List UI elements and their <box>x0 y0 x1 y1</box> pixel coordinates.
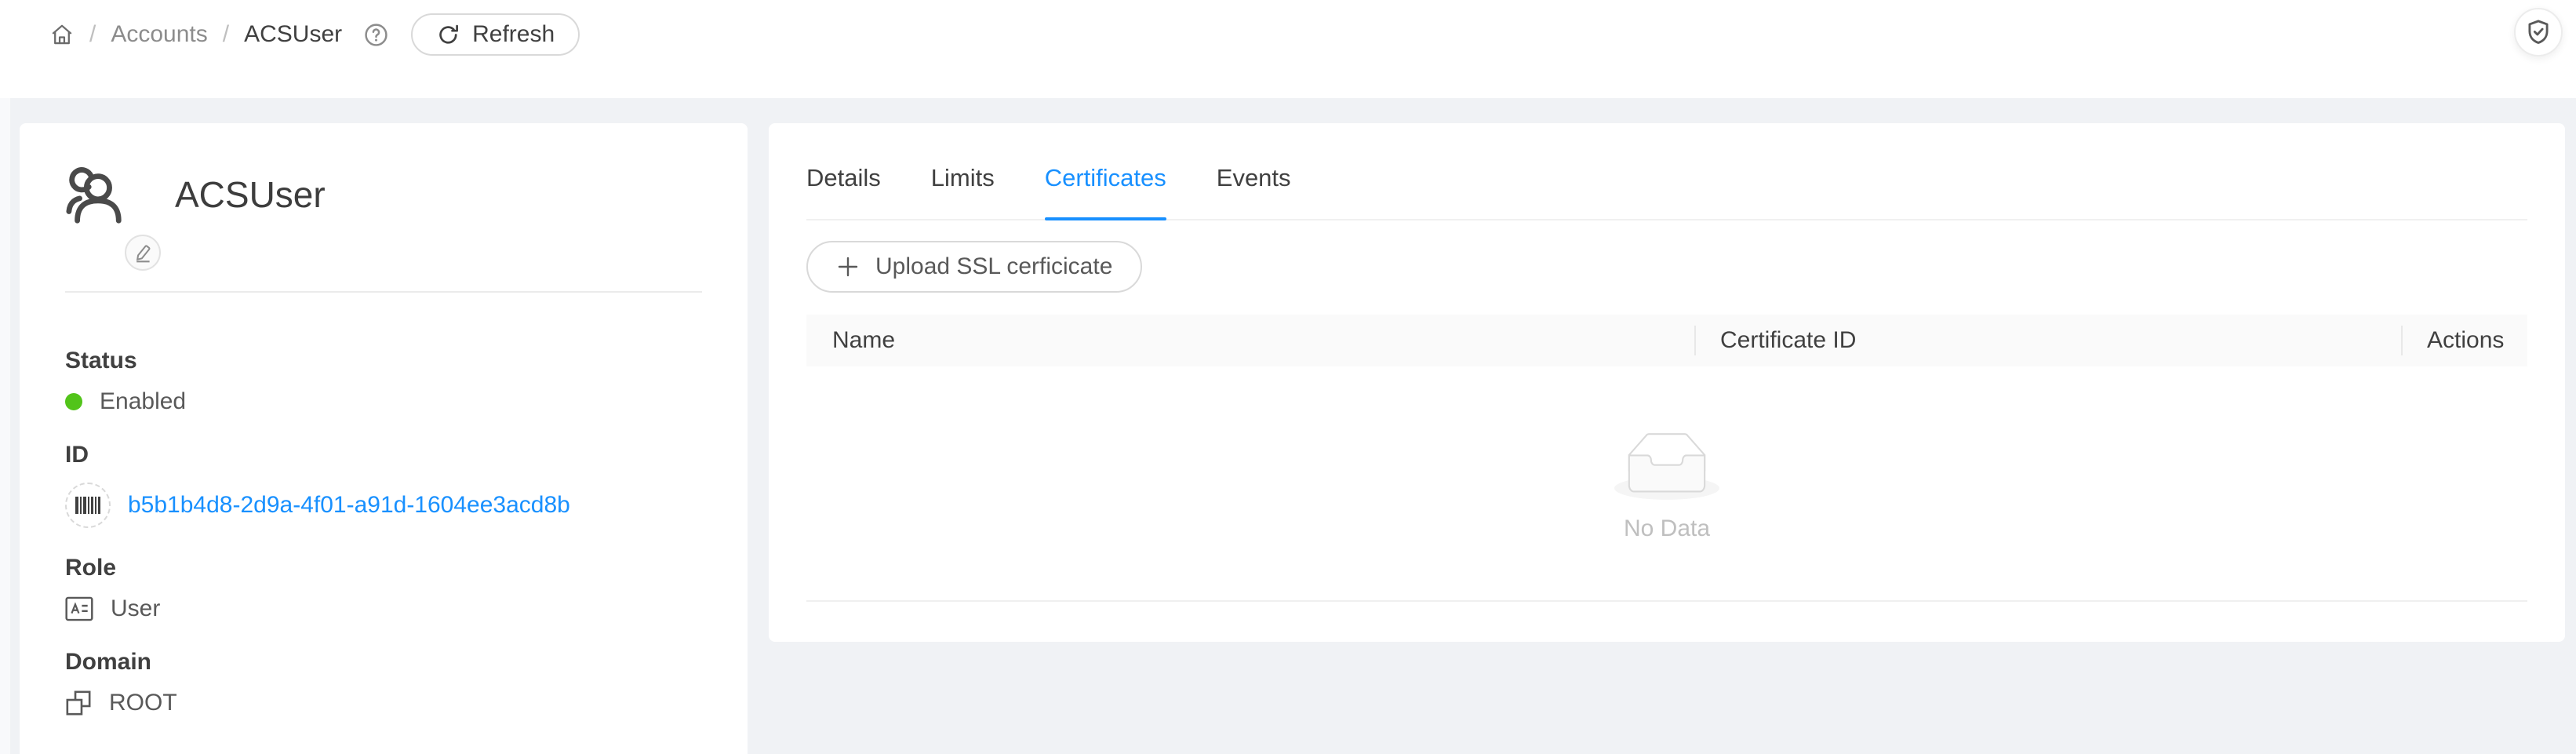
role-label: Role <box>65 555 702 581</box>
breadcrumb-accounts[interactable]: Accounts <box>111 21 207 48</box>
refresh-button[interactable]: Refresh <box>411 13 580 56</box>
plus-icon <box>836 255 860 279</box>
account-info-sections: Status Enabled ID <box>65 348 702 716</box>
breadcrumb-separator: / <box>89 21 96 48</box>
tab-details[interactable]: Details <box>806 164 881 219</box>
home-icon[interactable] <box>49 22 75 47</box>
barcode-icon <box>65 483 111 528</box>
account-detail-card: Details Limits Certificates Events Uploa… <box>769 123 2565 642</box>
domain-value: ROOT <box>109 690 177 716</box>
status-value-row: Enabled <box>65 388 702 415</box>
tab-bar: Details Limits Certificates Events <box>806 123 2527 220</box>
certificates-table: Name Certificate ID Actions <box>806 315 2527 602</box>
reload-icon <box>436 23 460 47</box>
account-summary-card: ACSUser Status Enabled <box>20 123 748 754</box>
empty-state-text: No Data <box>1624 515 1710 542</box>
idcard-icon <box>65 596 93 621</box>
role-section: Role User <box>65 555 702 622</box>
shield-check-icon <box>2524 18 2552 46</box>
tab-events[interactable]: Events <box>1217 164 1291 219</box>
upload-ssl-certificate-button[interactable]: Upload SSL cerficicate <box>806 241 1142 293</box>
divider <box>65 291 702 293</box>
refresh-label: Refresh <box>472 21 555 48</box>
domain-value-row: ROOT <box>65 690 702 716</box>
block-icon <box>65 690 92 716</box>
topbar: / Accounts / ACSUser <box>0 0 2576 98</box>
breadcrumb: / Accounts / ACSUser <box>49 21 389 48</box>
shield-check-button[interactable] <box>2514 8 2563 56</box>
tab-certificates[interactable]: Certificates <box>1045 164 1166 219</box>
status-label: Status <box>65 348 702 374</box>
account-name: ACSUser <box>175 173 326 216</box>
column-header-certificate-id: Certificate ID <box>1694 327 2401 354</box>
tab-limits[interactable]: Limits <box>931 164 995 219</box>
domain-label: Domain <box>65 649 702 676</box>
status-value: Enabled <box>100 388 186 415</box>
content: ACSUser Status Enabled <box>0 98 2576 754</box>
status-section: Status Enabled <box>65 348 702 415</box>
team-icon <box>65 164 126 225</box>
breadcrumb-current-page: ACSUser <box>244 21 342 48</box>
pencil-icon <box>133 242 154 264</box>
id-label: ID <box>65 442 702 468</box>
table-empty-state: No Data <box>806 366 2527 602</box>
edit-account-button[interactable] <box>125 235 161 271</box>
page: / Accounts / ACSUser <box>0 0 2576 754</box>
role-value-row: User <box>65 596 702 622</box>
id-section: ID <box>65 442 702 528</box>
role-value: User <box>111 596 160 622</box>
inbox-icon <box>1614 432 1719 500</box>
column-header-name: Name <box>806 327 1694 354</box>
question-circle-icon[interactable] <box>363 22 389 48</box>
account-header: ACSUser <box>65 164 702 225</box>
topbar-row: / Accounts / ACSUser <box>49 13 2576 56</box>
account-id-value[interactable]: b5b1b4d8-2d9a-4f01-a91d-1604ee3acd8b <box>128 492 570 519</box>
column-header-actions: Actions <box>2401 327 2527 354</box>
upload-ssl-certificate-label: Upload SSL cerficicate <box>875 253 1112 280</box>
left-edge-gutter <box>0 98 10 754</box>
table-header-row: Name Certificate ID Actions <box>806 315 2527 366</box>
id-value-row: b5b1b4d8-2d9a-4f01-a91d-1604ee3acd8b <box>65 483 702 528</box>
domain-section: Domain ROOT <box>65 649 702 716</box>
status-dot-icon <box>65 393 82 410</box>
breadcrumb-separator: / <box>223 21 229 48</box>
